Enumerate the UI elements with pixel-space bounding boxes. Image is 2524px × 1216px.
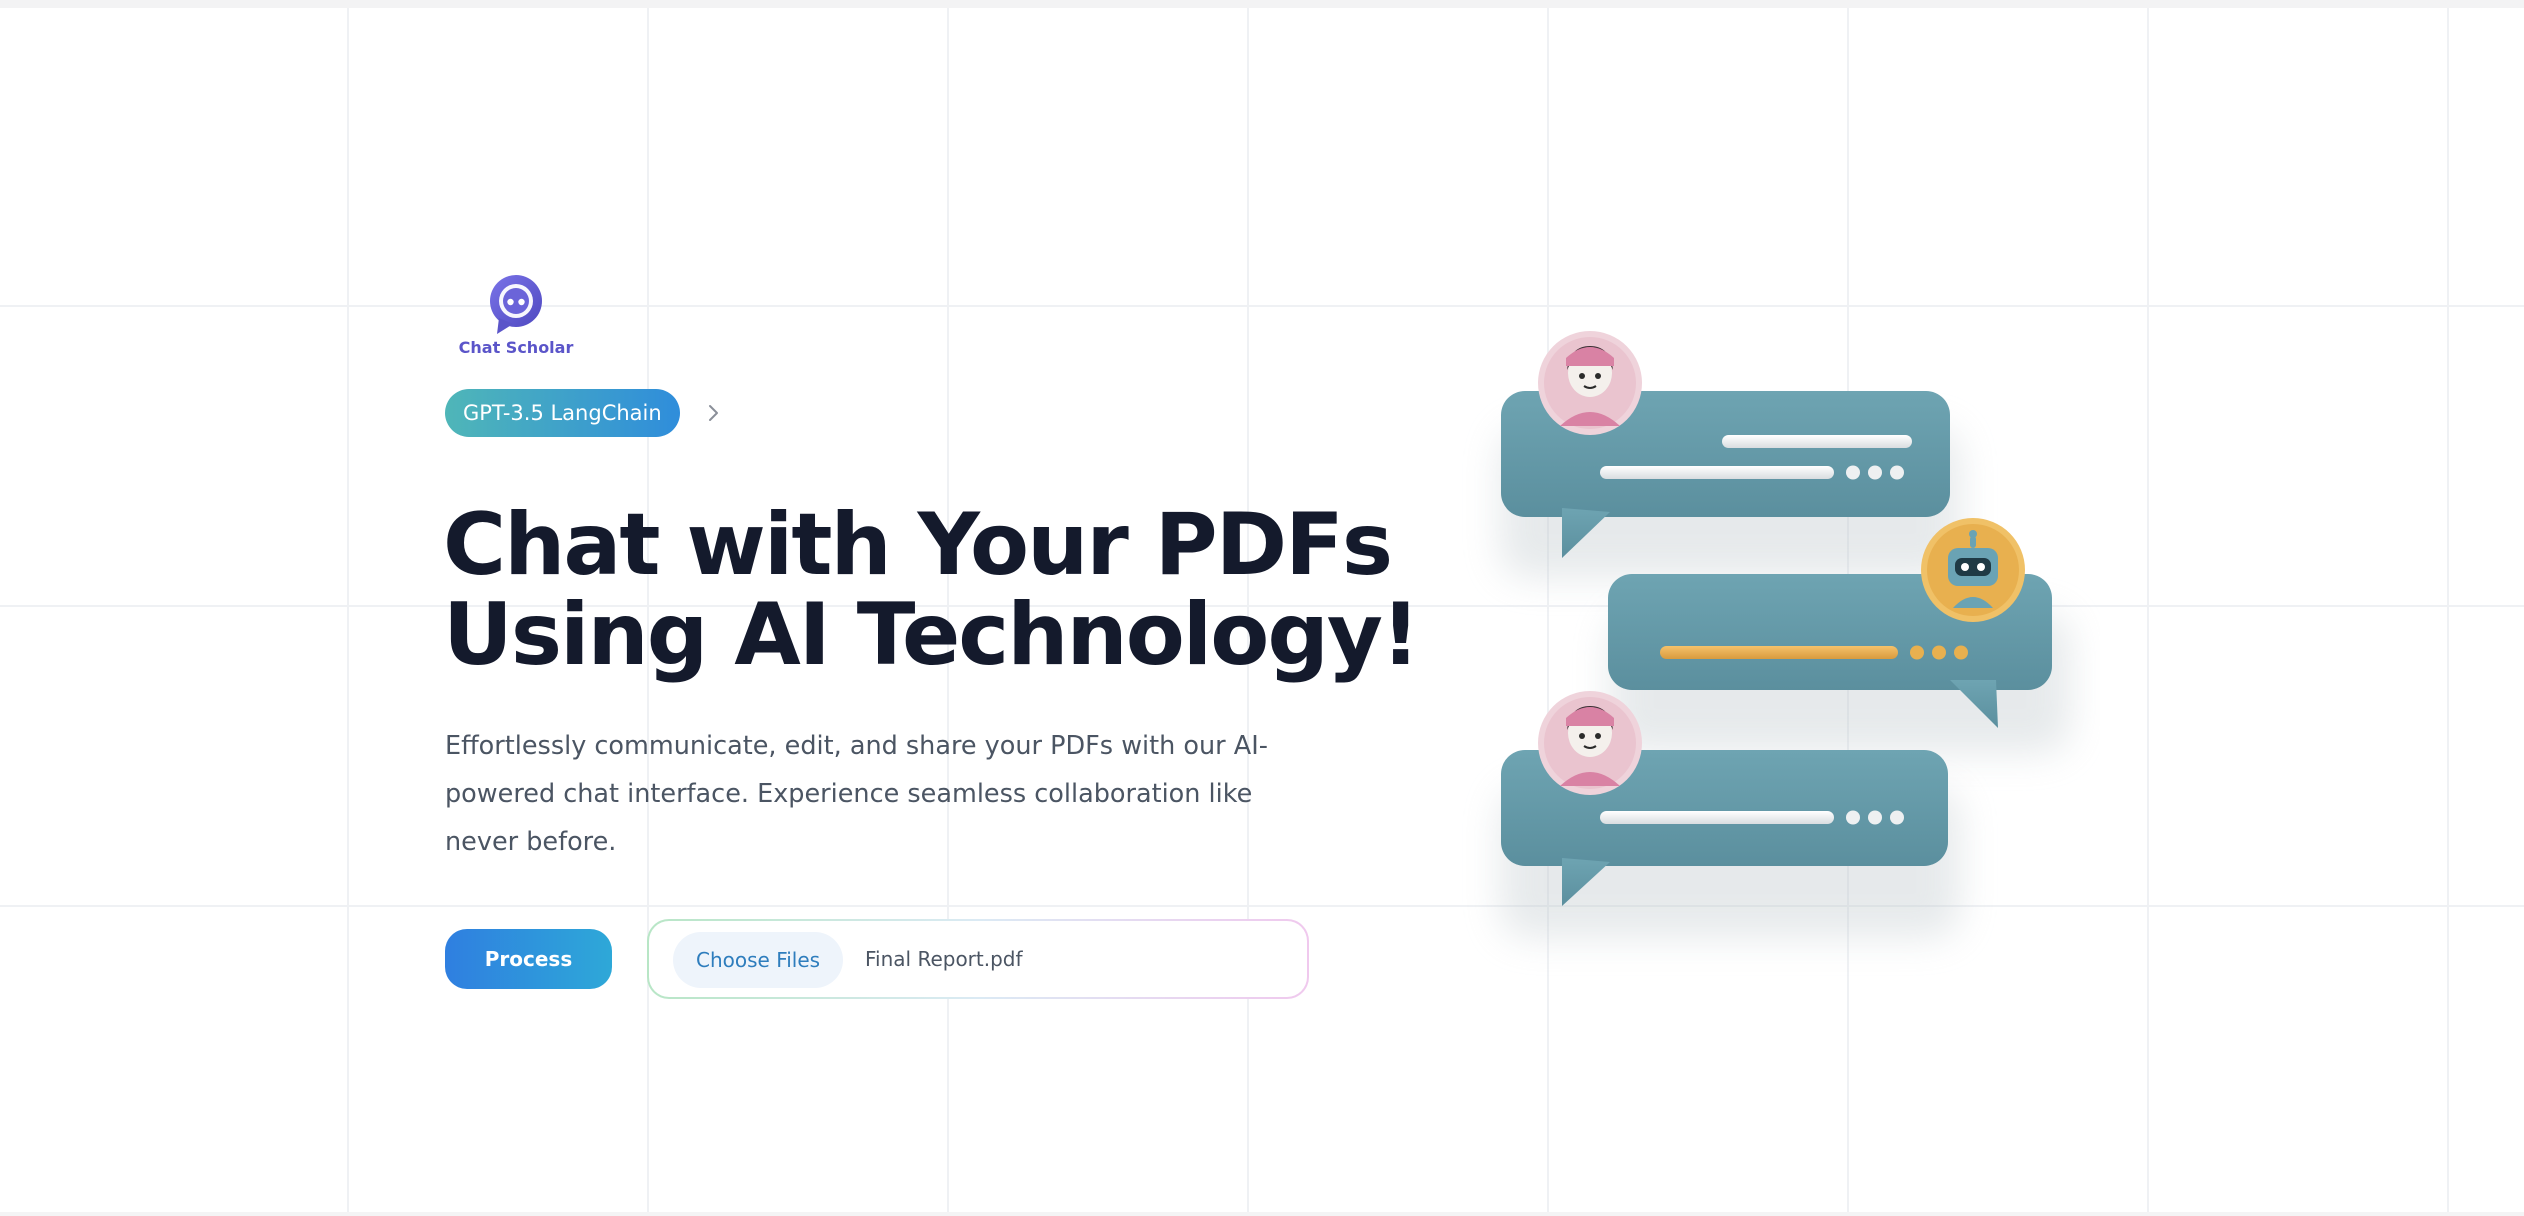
chat-bubble-logo-icon — [490, 275, 542, 334]
model-badge[interactable]: GPT-3.5 LangChain — [445, 389, 680, 437]
choose-files-button[interactable]: Choose Files — [673, 932, 844, 988]
file-upload-field[interactable]: Choose Files Final Report.pdf — [647, 919, 1309, 999]
brand-name: Chat Scholar — [458, 338, 574, 357]
hero-headline-line2: Using AI Technology! — [443, 585, 1420, 685]
hero-description: Effortlessly communicate, edit, and shar… — [445, 731, 1268, 857]
hero-headline-line1: Chat with Your PDFs — [443, 495, 1393, 595]
selected-file-name: Final Report.pdf — [865, 947, 1023, 971]
user-avatar-2 — [1538, 691, 1642, 795]
browser-top-strip — [0, 0, 2524, 8]
chevron-right-icon[interactable] — [703, 401, 725, 425]
hero-headline: Chat with Your PDFs Using AI Technology! — [443, 495, 1420, 685]
brand-logo[interactable]: Chat Scholar — [455, 274, 577, 357]
user-avatar-1 — [1538, 331, 1642, 435]
process-button[interactable]: Process — [445, 929, 612, 989]
chat-bubbles-illustration — [1500, 331, 2070, 938]
robot-avatar — [1921, 518, 2025, 622]
landing-page: Chat Scholar GPT-3.5 LangChain Chat with… — [0, 8, 2524, 1212]
